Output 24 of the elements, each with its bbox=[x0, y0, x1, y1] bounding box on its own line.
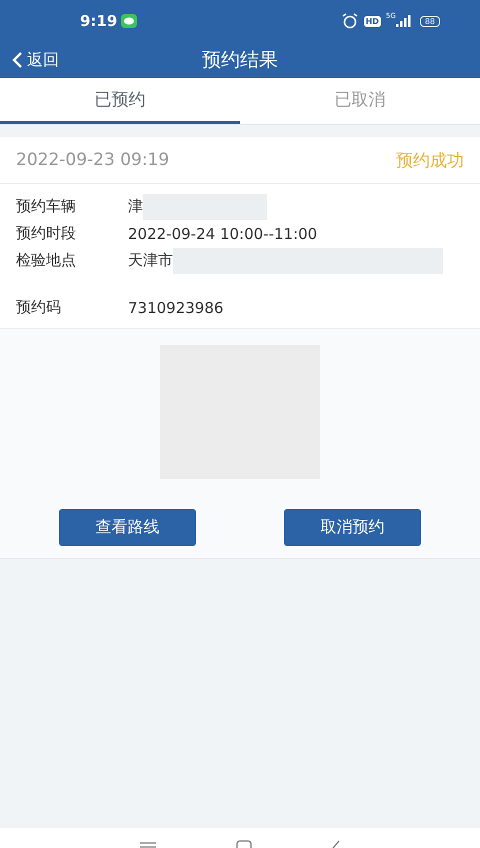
battery-level: 88 bbox=[420, 16, 440, 26]
status-time: 9:19 bbox=[80, 12, 118, 30]
signal-icon bbox=[396, 15, 412, 27]
field-label: 预约时段 bbox=[16, 224, 77, 243]
alarm-icon bbox=[342, 13, 358, 29]
chevron-left-icon bbox=[12, 51, 23, 69]
hd-badge: HD bbox=[364, 16, 381, 26]
field-value: 2022-09-24 10:00--11:00 bbox=[128, 224, 318, 242]
chat-icon bbox=[121, 14, 138, 28]
action-button[interactable]: 取消预约 bbox=[284, 509, 421, 546]
status-label: 预约成功 bbox=[396, 150, 464, 172]
field-value: 天津市 bbox=[128, 251, 173, 270]
field-label: 预约码 bbox=[16, 298, 62, 317]
back-button[interactable]: 返回 bbox=[0, 50, 71, 70]
back-nav-icon bbox=[332, 840, 340, 848]
field-value: 津 bbox=[128, 197, 143, 216]
field-label: 检验地点 bbox=[16, 251, 77, 270]
created-time: 2022-09-23 09:19 bbox=[16, 150, 170, 170]
field-label: 预约车辆 bbox=[16, 197, 77, 216]
menu-icon bbox=[140, 842, 156, 848]
home-icon bbox=[236, 840, 252, 848]
field-value: 7310923986 bbox=[128, 298, 224, 316]
action-button[interactable]: 查看路线 bbox=[59, 509, 196, 546]
page-title: 预约结果 bbox=[202, 48, 278, 73]
